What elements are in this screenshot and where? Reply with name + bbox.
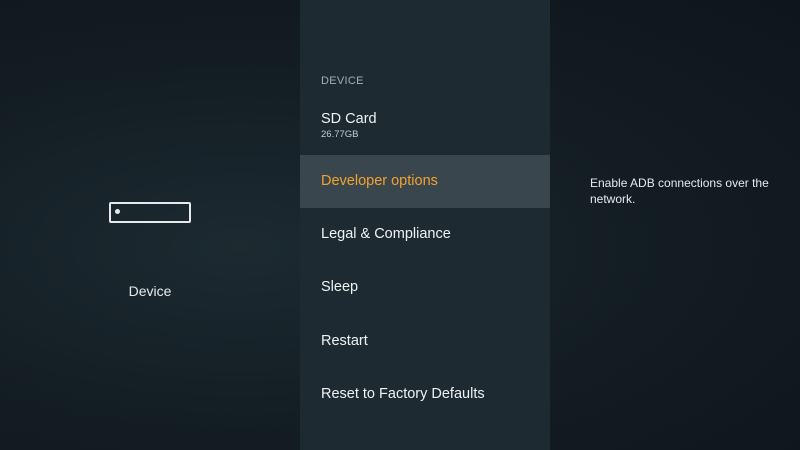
menu-item-legal-compliance[interactable]: Legal & Compliance (300, 208, 550, 261)
menu-item-label: Sleep (321, 279, 359, 295)
description-panel: Enable ADB connections over the network. (550, 0, 800, 450)
category-label: Device (128, 283, 172, 299)
menu-item-label: Legal & Compliance (321, 226, 451, 242)
section-header: DEVICE (321, 75, 364, 87)
menu-item-label: Restart (321, 333, 368, 349)
category-panel: Device (0, 0, 300, 450)
menu-item-label: SD Card (321, 111, 377, 127)
menu-item-developer-options[interactable]: Developer options (300, 155, 550, 208)
menu-item-sleep[interactable]: Sleep (300, 261, 550, 314)
option-description: Enable ADB connections over the network. (590, 176, 769, 206)
device-led-icon (115, 209, 120, 214)
fire-tv-device-icon (109, 202, 191, 223)
menu-item-reset-factory-defaults[interactable]: Reset to Factory Defaults (300, 368, 550, 421)
menu-item-sd-card[interactable]: SD Card 26.77GB (300, 111, 550, 155)
storage-size: 26.77GB (321, 129, 359, 140)
settings-menu: DEVICE SD Card 26.77GB Developer options… (300, 0, 550, 450)
menu-item-label: Developer options (321, 173, 438, 189)
menu-item-restart[interactable]: Restart (300, 315, 550, 368)
menu-item-label: Reset to Factory Defaults (321, 386, 485, 402)
